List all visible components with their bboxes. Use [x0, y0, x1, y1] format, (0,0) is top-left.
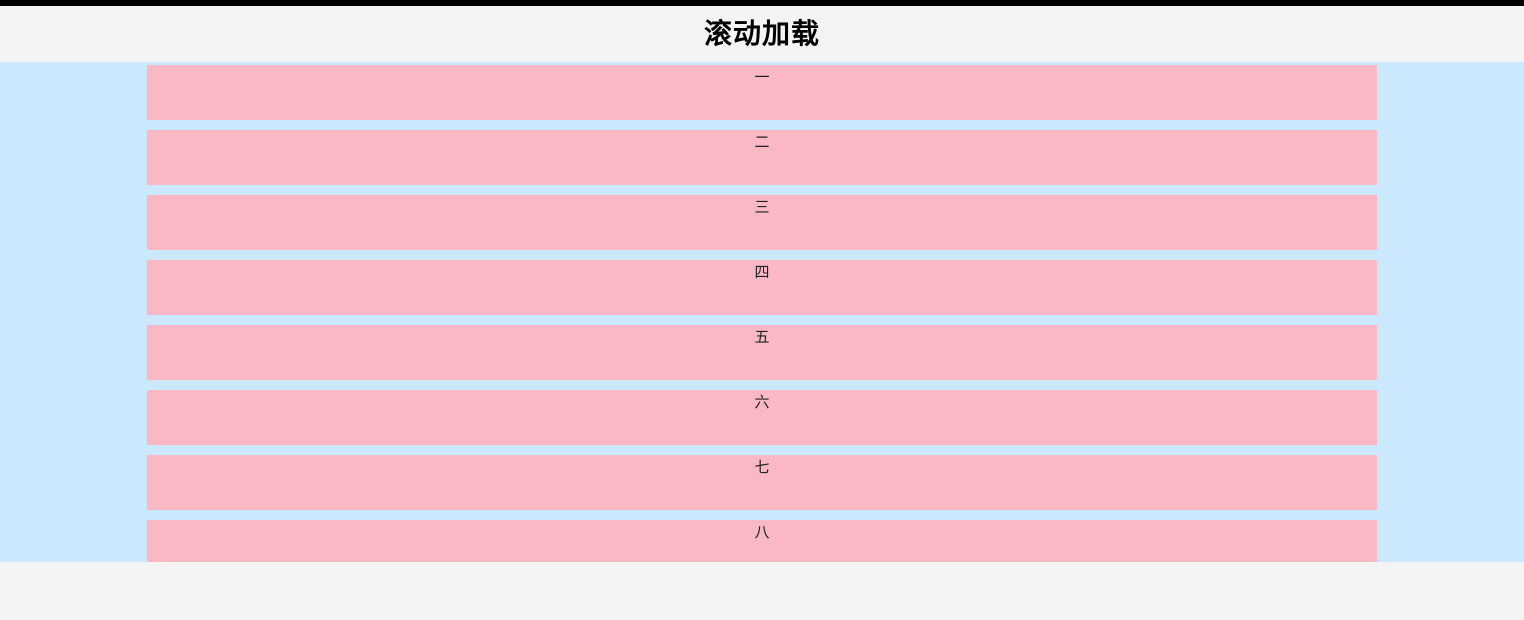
page-header: 滚动加载	[0, 6, 1524, 62]
list-item[interactable]: 一	[147, 65, 1377, 120]
list-item-label: 一	[754, 69, 769, 86]
list-item-label: 四	[754, 264, 769, 281]
list-item[interactable]: 八	[147, 520, 1377, 562]
list-item[interactable]: 五	[147, 325, 1377, 380]
page-title: 滚动加载	[0, 12, 1524, 52]
list-item-label: 六	[754, 394, 769, 411]
list-item[interactable]: 二	[147, 130, 1377, 185]
list-item-label: 八	[754, 524, 769, 541]
list-item[interactable]: 六	[147, 390, 1377, 445]
list-item-label: 五	[754, 329, 769, 346]
list-item[interactable]: 四	[147, 260, 1377, 315]
list-item-label: 三	[754, 199, 769, 216]
list-item[interactable]: 七	[147, 455, 1377, 510]
list-item[interactable]: 三	[147, 195, 1377, 250]
scroll-viewport[interactable]: 一 二 三 四 五 六 七 八	[0, 62, 1524, 562]
list-item-label: 七	[754, 459, 769, 476]
list-item-label: 二	[754, 134, 769, 151]
footer-pad	[0, 562, 1524, 620]
list-wrapper: 一 二 三 四 五 六 七 八	[147, 65, 1377, 562]
